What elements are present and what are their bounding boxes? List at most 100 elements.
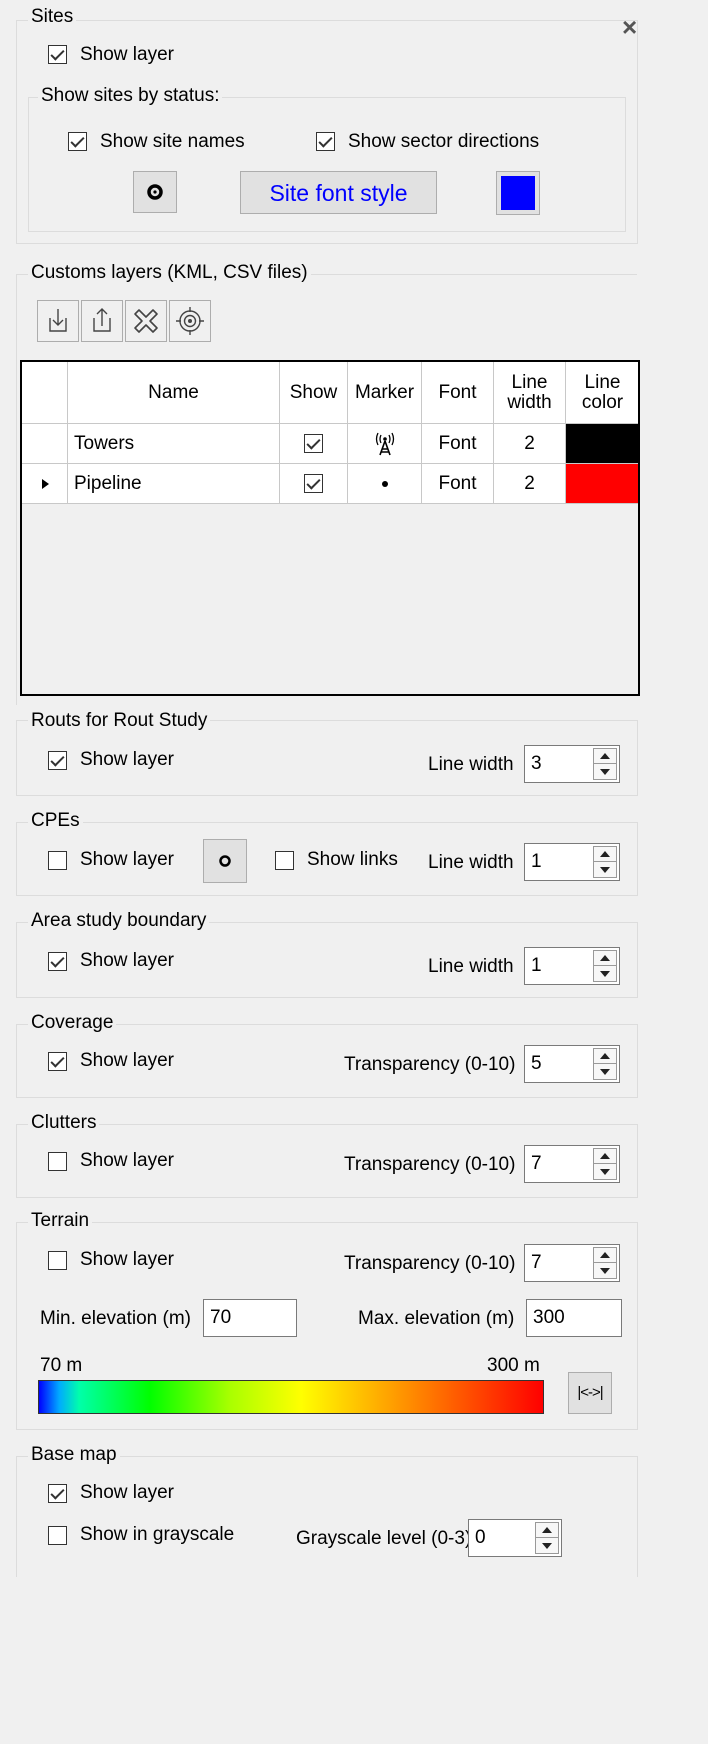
routes-title: Routs for Rout Study [28,710,211,732]
table-cell-name[interactable]: Towers [68,424,280,464]
table-cell-font[interactable]: Font [422,464,494,504]
min-elevation-value: 70 [210,1307,232,1328]
clutters-transparency-value: 7 [531,1153,542,1174]
terrain-show-layer-checkbox[interactable] [48,1251,67,1270]
area-study-line-width-spinner[interactable]: 1 [524,947,620,985]
row-name: Towers [74,432,135,454]
spinner-arrows[interactable] [535,1522,559,1554]
row-font: Font [438,472,477,494]
grid-header-show[interactable]: Show [280,362,348,424]
show-site-names-checkbox[interactable] [68,132,87,151]
fit-elevation-label: |<->| [577,1384,603,1401]
row-show-checkbox[interactable] [304,474,323,493]
grid-header-name[interactable]: Name [68,362,280,424]
clutters-show-layer-checkbox[interactable] [48,1152,67,1171]
coverage-transparency-spinner[interactable]: 5 [524,1045,620,1083]
sites-title: Sites [28,6,77,28]
clutters-transparency-spinner[interactable]: 7 [524,1145,620,1183]
spinner-arrows[interactable] [593,846,617,878]
grid-header-font-label: Font [438,381,477,403]
table-cell-line-width[interactable]: 2 [494,424,566,464]
base-map-show-layer-checkbox[interactable] [48,1484,67,1503]
export-button[interactable] [81,300,123,342]
spinner-arrows[interactable] [593,1247,617,1279]
table-cell-marker[interactable] [348,464,422,504]
cpes-line-width-value: 1 [531,851,542,872]
grayscale-checkbox[interactable] [48,1526,67,1545]
remove-button[interactable] [125,300,167,342]
row-line-width: 2 [524,432,535,454]
routes-show-layer-checkbox[interactable] [48,751,67,770]
area-study-line-width-value: 1 [531,955,542,976]
cpe-marker-icon [219,855,231,867]
grayscale-label: Show in grayscale [80,1524,235,1545]
coverage-show-layer-label: Show layer [80,1050,174,1071]
area-study-line-width-label: Line width [428,956,514,977]
target-button[interactable] [169,300,211,342]
arrow-up-icon [542,1527,552,1533]
min-elevation-label: Min. elevation (m) [40,1308,191,1329]
grid-header-line-width[interactable]: Line width [494,362,566,424]
row-line-width: 2 [524,472,535,494]
table-cell-marker[interactable] [348,424,422,464]
fit-elevation-button[interactable]: |<->| [568,1372,612,1414]
grayscale-level-label: Grayscale level (0-3) [296,1528,472,1549]
grayscale-level-spinner[interactable]: 0 [468,1519,562,1557]
grid-header-marker[interactable]: Marker [348,362,422,424]
spinner-arrows[interactable] [593,950,617,982]
sites-status-title: Show sites by status: [38,85,223,107]
spinner-arrows[interactable] [593,1048,617,1080]
table-cell-line-color[interactable] [566,464,638,504]
site-color-button[interactable] [496,171,540,215]
dot-icon [381,480,388,487]
arrow-down-icon [600,1169,610,1175]
show-sector-directions-checkbox[interactable] [316,132,335,151]
cpe-marker-button[interactable] [203,839,247,883]
spinner-arrows[interactable] [593,748,617,780]
cpes-show-layer-checkbox[interactable] [48,851,67,870]
routes-line-width-label: Line width [428,754,514,775]
cpes-line-width-spinner[interactable]: 1 [524,843,620,881]
area-study-title: Area study boundary [28,910,210,932]
routes-line-width-spinner[interactable]: 3 [524,745,620,783]
site-font-style-label: Site font style [269,180,408,206]
arrow-down-icon [600,971,610,977]
site-marker-button[interactable] [133,171,177,213]
terrain-transparency-spinner[interactable]: 7 [524,1244,620,1282]
table-cell-show[interactable] [280,424,348,464]
elevation-scale-max-label: 300 m [487,1355,540,1376]
min-elevation-field[interactable]: 70 [203,1299,297,1337]
show-sector-directions-label: Show sector directions [348,131,540,152]
grid-header-line-color[interactable]: Line color [566,362,638,424]
arrow-down-icon [600,867,610,873]
elevation-scale-min-label: 70 m [40,1355,83,1376]
table-cell-line-color[interactable] [566,424,638,464]
table-cell-font[interactable]: Font [422,424,494,464]
coverage-transparency-value: 5 [531,1053,542,1074]
grid-header-line-width-l2: width [507,391,552,413]
clutters-title: Clutters [28,1112,100,1134]
table-row-header[interactable] [22,464,68,504]
site-marker-icon [147,184,163,200]
coverage-transparency-label: Transparency (0-10) [344,1054,516,1075]
area-study-show-layer-checkbox[interactable] [48,952,67,971]
custom-layers-title: Customs layers (KML, CSV files) [28,262,311,284]
cpes-show-links-label: Show links [307,849,398,870]
table-row-header[interactable] [22,424,68,464]
grid-header-font[interactable]: Font [422,362,494,424]
spinner-arrows[interactable] [593,1148,617,1180]
cpes-show-links-checkbox[interactable] [275,851,294,870]
custom-layers-grid[interactable]: Name Show Marker Font Line width Line co… [20,360,640,696]
table-cell-show[interactable] [280,464,348,504]
coverage-show-layer-checkbox[interactable] [48,1052,67,1071]
sites-show-layer-checkbox[interactable] [48,45,67,64]
row-show-checkbox[interactable] [304,434,323,453]
site-font-style-button[interactable]: Site font style [240,171,437,214]
import-button[interactable] [37,300,79,342]
grid-header-rowheader [22,362,68,424]
cpes-show-layer-label: Show layer [80,849,174,870]
table-cell-line-width[interactable]: 2 [494,464,566,504]
grid-header-line-color-l2: color [581,391,624,413]
max-elevation-field[interactable]: 300 [526,1299,622,1337]
table-cell-name[interactable]: Pipeline [68,464,280,504]
